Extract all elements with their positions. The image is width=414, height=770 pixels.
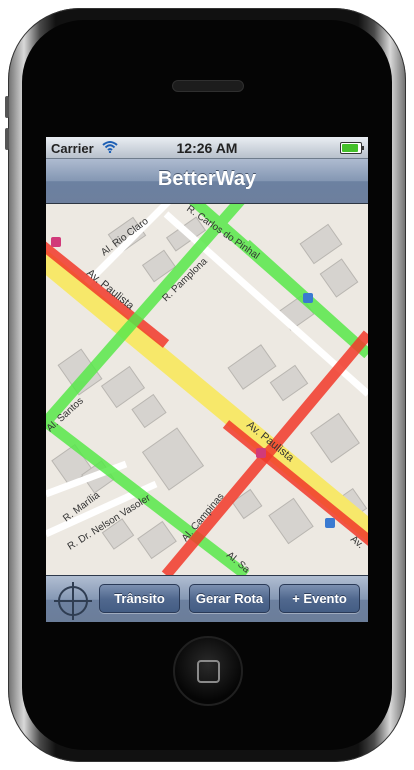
add-event-button[interactable]: + Evento [279, 584, 360, 613]
status-bar: Carrier 12:26 AM [46, 137, 368, 159]
navigation-bar: BetterWay [46, 159, 368, 204]
home-button[interactable] [173, 636, 243, 706]
speaker-grille [172, 80, 244, 92]
transito-button[interactable]: Trânsito [99, 584, 180, 613]
crosshair-icon[interactable] [54, 582, 92, 620]
app-screen: Carrier 12:26 AM BetterWay Al. Rio Claro… [46, 137, 368, 622]
battery-icon [340, 142, 364, 154]
status-time: 12:26 AM [176, 140, 238, 156]
gerar-rota-button[interactable]: Gerar Rota [189, 584, 270, 613]
page-title: BetterWay [157, 168, 257, 190]
map-canvas[interactable]: Al. Rio Claro R. Carlos do Pinhal R. Pam… [46, 204, 368, 575]
volume-button [5, 96, 9, 118]
metro-station-icon[interactable] [51, 237, 61, 247]
bus-stop-icon[interactable] [325, 518, 335, 528]
bottom-toolbar: Trânsito Gerar Rota + Evento [46, 575, 368, 622]
traffic-map[interactable]: Al. Rio Claro R. Carlos do Pinhal R. Pam… [46, 204, 368, 575]
bus-stop-icon[interactable] [303, 293, 313, 303]
volume-button [5, 128, 9, 150]
metro-station-icon[interactable] [256, 448, 266, 458]
home-square-icon [197, 660, 220, 683]
battery-level [342, 144, 358, 152]
